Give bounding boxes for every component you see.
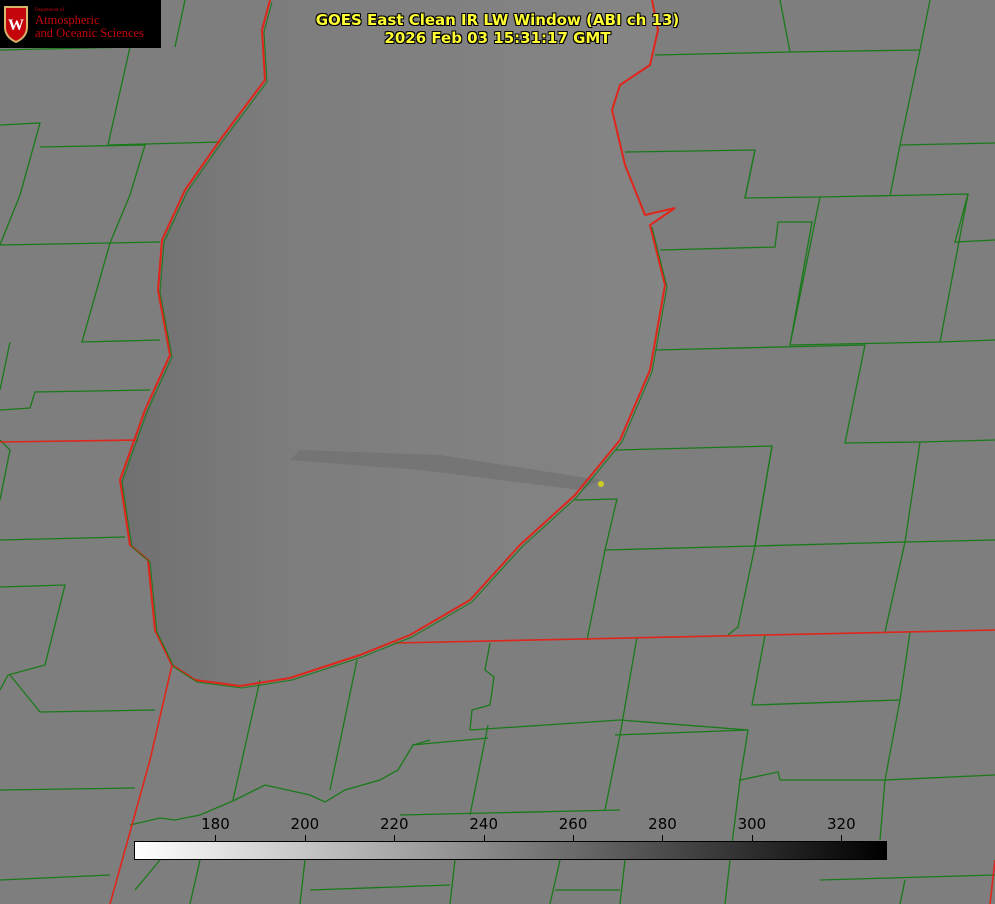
colorbar-tick-label: 320 [826, 815, 856, 833]
colorbar-tick-label: 260 [558, 815, 588, 833]
map-overlay [0, 0, 995, 904]
colorbar-tick-label: 200 [290, 815, 320, 833]
colorbar-tick-label: 220 [379, 815, 409, 833]
colorbar-tick-label: 280 [648, 815, 677, 833]
colorbar-tick-label: 180 [201, 815, 230, 833]
location-marker [598, 481, 604, 487]
colorbar-tick-label: 300 [737, 815, 767, 833]
image-title: GOES East Clean IR LW Window (ABI ch 13) [315, 11, 680, 29]
satellite-image-viewer: W Department of Atmospheric and Oceanic … [0, 0, 995, 904]
image-timestamp: 2026 Feb 03 15:31:17 GMT [384, 29, 611, 47]
colorbar [134, 841, 887, 860]
colorbar-tick-label: 240 [469, 815, 498, 833]
